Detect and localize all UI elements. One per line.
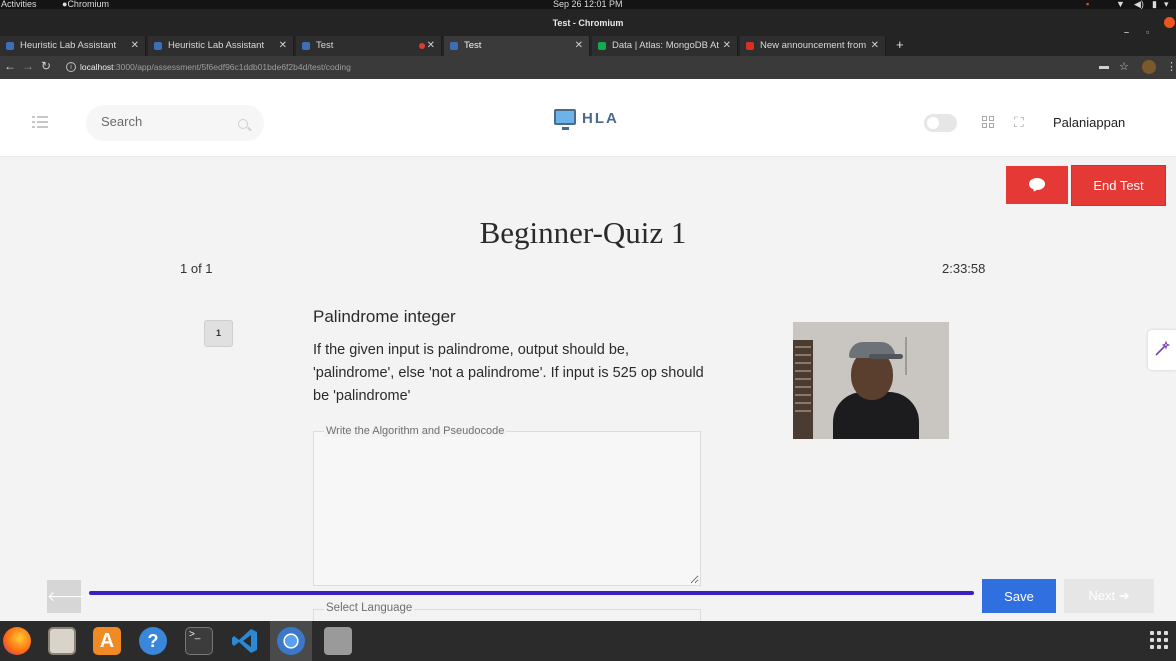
recording-indicator-icon xyxy=(419,43,425,49)
help-icon[interactable]: ? xyxy=(139,627,167,655)
tab-label: Test xyxy=(464,40,482,51)
language-label: Select Language xyxy=(324,602,415,614)
system-menu-icon[interactable]: ▾ xyxy=(1164,0,1169,9)
new-tab-icon[interactable]: + xyxy=(896,37,904,52)
ubuntu-dock: A ? >_ xyxy=(0,621,1176,661)
countdown-timer: 2:33:58 xyxy=(942,261,986,276)
forward-icon[interactable]: → xyxy=(22,59,34,73)
next-label: Next xyxy=(1088,588,1116,603)
app-menu[interactable]: ● Chromium Web Browser ▾ xyxy=(62,0,109,27)
user-name[interactable]: Palaniappan xyxy=(1053,115,1125,130)
logo-text: HLA xyxy=(582,110,619,127)
back-icon[interactable]: ← xyxy=(4,59,16,73)
language-select[interactable]: Select Language xyxy=(313,602,701,621)
webcam-preview xyxy=(793,322,949,439)
cam-person-cap xyxy=(849,342,903,359)
bookmark-star-icon[interactable]: ☆ xyxy=(1119,60,1129,73)
chat-bubble-icon xyxy=(1029,178,1045,190)
os-top-bar: Activities ● Chromium Web Browser ▾ Sep … xyxy=(0,0,1176,27)
site-info-icon[interactable]: i xyxy=(66,62,76,72)
arrow-left-icon: 🡐 xyxy=(47,588,85,604)
tab-mongodb-atlas[interactable]: Data | Atlas: MongoDB At ✕ xyxy=(592,36,738,56)
tab-close-icon[interactable]: ✕ xyxy=(131,36,139,56)
tab-test-2[interactable]: Test ✕ xyxy=(444,36,590,56)
chat-button[interactable] xyxy=(1006,166,1068,204)
disk-icon[interactable] xyxy=(324,627,352,655)
firefox-icon[interactable] xyxy=(3,627,31,655)
browser-menu-icon[interactable]: ⋮ xyxy=(1166,60,1176,73)
question-text: If the given input is palindrome, output… xyxy=(313,342,704,404)
tab-close-icon[interactable]: ✕ xyxy=(575,36,583,56)
question-title: Palindrome integer xyxy=(313,307,456,326)
reload-icon[interactable]: ↻ xyxy=(41,59,51,73)
next-button[interactable]: Next ➔ xyxy=(1064,579,1154,613)
search-icon[interactable] xyxy=(238,119,248,129)
quiz-title: Beginner-Quiz 1 xyxy=(479,215,687,250)
activities-button[interactable]: Activities xyxy=(1,0,37,9)
sidebar-menu-icon[interactable] xyxy=(32,116,48,128)
network-icon[interactable]: ▼ xyxy=(1116,0,1125,9)
magic-wand-icon xyxy=(1155,341,1170,356)
record-icon: ▪ xyxy=(1086,0,1090,9)
tab-favicon-icon xyxy=(746,42,754,50)
url-path: :3000/app/assessment/5f6edf96c1ddb01bde6… xyxy=(113,62,351,72)
tab-close-icon[interactable]: ✕ xyxy=(871,36,879,56)
cam-wire xyxy=(905,337,907,375)
tab-close-icon[interactable]: ✕ xyxy=(279,36,287,56)
url-field[interactable]: i localhost:3000/app/assessment/5f6edf96… xyxy=(60,59,1140,76)
tab-label: New announcement from xyxy=(760,40,867,51)
magic-wand-tab[interactable] xyxy=(1148,330,1176,370)
theme-toggle[interactable] xyxy=(924,114,957,132)
terminal-icon[interactable]: >_ xyxy=(185,627,213,655)
window-titlebar: Test - Chromium – ▫ xyxy=(0,9,1176,37)
show-applications-icon[interactable] xyxy=(1150,631,1170,651)
previous-button[interactable]: 🡐 xyxy=(47,580,85,613)
tab-favicon-icon xyxy=(598,42,606,50)
tab-label: Heuristic Lab Assistant xyxy=(168,40,265,51)
search-input[interactable] xyxy=(101,114,231,129)
algorithm-textarea[interactable] xyxy=(315,440,699,584)
vscode-icon[interactable] xyxy=(231,627,259,655)
tab-favicon-icon xyxy=(154,42,162,50)
algorithm-label: Write the Algorithm and Pseudocode xyxy=(324,425,507,437)
tab-strip: Heuristic Lab Assistant ✕ Heuristic Lab … xyxy=(0,35,1176,56)
chromium-icon[interactable] xyxy=(277,627,305,655)
fullscreen-icon[interactable]: ⛶ xyxy=(1014,115,1028,129)
volume-icon[interactable]: ◀) xyxy=(1134,0,1144,9)
tab-favicon-icon xyxy=(302,42,310,50)
battery-icon[interactable]: ▮ xyxy=(1152,0,1157,9)
tab-close-icon[interactable]: ✕ xyxy=(723,36,731,56)
tab-test-1[interactable]: Test ✕ xyxy=(296,36,442,56)
tab-label: Data | Atlas: MongoDB At xyxy=(612,40,720,51)
tab-heuristic-lab-2[interactable]: Heuristic Lab Assistant ✕ xyxy=(148,36,294,56)
test-progress-bar xyxy=(89,591,974,595)
cam-window xyxy=(793,340,813,439)
software-center-icon[interactable]: A xyxy=(93,627,121,655)
question-counter: 1 of 1 xyxy=(180,261,213,276)
arrow-right-icon: ➔ xyxy=(1118,588,1130,603)
profile-avatar-icon[interactable] xyxy=(1142,60,1156,74)
algorithm-field: Write the Algorithm and Pseudocode xyxy=(313,425,701,586)
window-title: Test - Chromium xyxy=(552,18,624,28)
tab-label: Heuristic Lab Assistant xyxy=(20,40,117,51)
tab-heuristic-lab-1[interactable]: Heuristic Lab Assistant ✕ xyxy=(0,36,146,56)
question-nav-button[interactable]: 1 xyxy=(204,320,233,347)
save-button[interactable]: Save xyxy=(982,579,1056,613)
apps-grid-icon[interactable] xyxy=(982,116,995,129)
url-host: localhost xyxy=(80,62,114,72)
search-box xyxy=(86,105,264,141)
tab-close-icon[interactable]: ✕ xyxy=(427,36,435,56)
tab-announcement[interactable]: New announcement from ✕ xyxy=(740,36,886,56)
tab-label: Test xyxy=(316,40,334,51)
files-icon[interactable] xyxy=(48,627,76,655)
tab-favicon-icon xyxy=(6,42,14,50)
monitor-icon xyxy=(554,109,576,130)
tab-favicon-icon xyxy=(450,42,458,50)
end-test-button[interactable]: End Test xyxy=(1071,165,1166,206)
close-window-icon[interactable] xyxy=(1164,17,1175,28)
cast-icon[interactable]: ▬ xyxy=(1099,61,1109,72)
clock[interactable]: Sep 26 12:01 PM xyxy=(553,0,623,9)
address-bar-row: ← → ↻ i localhost:3000/app/assessment/5f… xyxy=(0,56,1176,79)
app-header: HLA ⛶ Palaniappan xyxy=(0,79,1176,157)
